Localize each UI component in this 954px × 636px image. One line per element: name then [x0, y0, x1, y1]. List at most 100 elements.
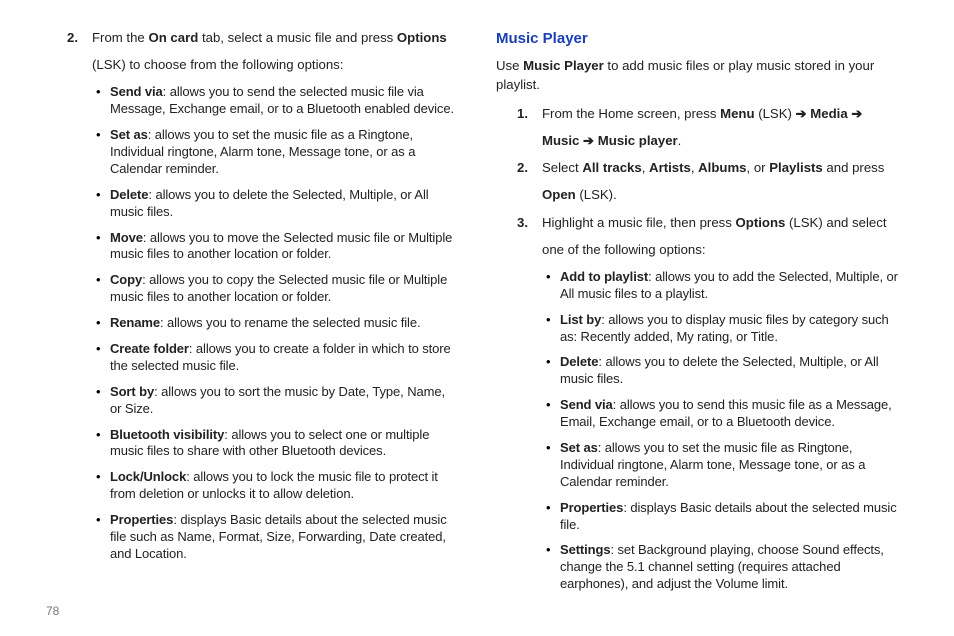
step-body: Highlight a music file, then press Optio…	[542, 213, 908, 259]
step-body: From the Home screen, press Menu (LSK) ➔…	[542, 104, 908, 150]
bullet-text: : allows you to copy the Selected music …	[110, 272, 447, 304]
step-number: 3.	[512, 213, 528, 232]
bullet-term: Delete	[110, 187, 148, 202]
bullet-term: Create folder	[110, 341, 189, 356]
step-line-2: Music ➔ Music player.	[542, 131, 908, 150]
arrow-icon: ➔	[796, 106, 807, 121]
step-line-1: Select All tracks, Artists, Albums, or P…	[542, 158, 908, 177]
bullet-text: : allows you to delete the Selected, Mul…	[560, 354, 879, 386]
bullet-text: : allows you to move the Selected music …	[110, 230, 452, 262]
bullet-term: Set as	[560, 440, 598, 455]
bullet-term: Properties	[560, 500, 623, 515]
bullet-term: Set as	[110, 127, 148, 142]
txt: From the	[92, 30, 148, 45]
bullet-term: Send via	[110, 84, 163, 99]
bold: On card	[148, 30, 198, 45]
bullet-item: Create folder: allows you to create a fo…	[96, 341, 458, 375]
step-line-2: one of the following options:	[542, 240, 908, 259]
bullet-term: List by	[560, 312, 601, 327]
bullet-item: Bluetooth visibility: allows you to sele…	[96, 427, 458, 461]
step-number: 1.	[512, 104, 528, 123]
bold: Menu	[720, 106, 754, 121]
bold: Media	[807, 106, 852, 121]
bullet-term: Rename	[110, 315, 160, 330]
step-line-1: From the On card tab, select a music fil…	[92, 28, 458, 47]
txt: and press	[823, 160, 885, 175]
page: 2. From the On card tab, select a music …	[0, 0, 954, 636]
bullet-item: Delete: allows you to delete the Selecte…	[96, 187, 458, 221]
bullet-term: Move	[110, 230, 143, 245]
txt: (LSK) and select	[785, 215, 886, 230]
right-column: Music Player Use Music Player to add mus…	[496, 28, 908, 616]
bold: Music	[542, 133, 583, 148]
bullet-text: : allows you to set the music file as a …	[110, 127, 415, 176]
bullet-item: Send via: allows you to send this music …	[546, 397, 908, 431]
bullet-item: Properties: displays Basic details about…	[546, 500, 908, 534]
page-number: 78	[46, 603, 59, 620]
bold: Open	[542, 187, 576, 202]
bold: Options	[736, 215, 786, 230]
bold: Artists	[649, 160, 691, 175]
arrow-icon: ➔	[583, 133, 594, 148]
music-player-heading: Music Player	[496, 28, 908, 50]
bold: All tracks	[582, 160, 641, 175]
txt: tab, select a music file and press	[198, 30, 397, 45]
right-step-2: 2. Select All tracks, Artists, Albums, o…	[512, 158, 908, 204]
bullet-item: Set as: allows you to set the music file…	[546, 440, 908, 491]
bullet-item: Delete: allows you to delete the Selecte…	[546, 354, 908, 388]
arrow-icon: ➔	[851, 106, 862, 121]
bullet-term: Bluetooth visibility	[110, 427, 224, 442]
left-column: 2. From the On card tab, select a music …	[46, 28, 458, 616]
bullet-text: : allows you to rename the selected musi…	[160, 315, 420, 330]
right-bullets: Add to playlist: allows you to add the S…	[546, 269, 908, 593]
left-step-2: 2. From the On card tab, select a music …	[62, 28, 458, 74]
step-line-2: (LSK) to choose from the following optio…	[92, 55, 458, 74]
bold: Playlists	[769, 160, 823, 175]
bullet-text: : allows you to delete the Selected, Mul…	[110, 187, 429, 219]
bullet-item: Lock/Unlock: allows you to lock the musi…	[96, 469, 458, 503]
bullet-item: Move: allows you to move the Selected mu…	[96, 230, 458, 264]
bullet-text: : allows you to sort the music by Date, …	[110, 384, 445, 416]
txt: (LSK)	[755, 106, 796, 121]
step-line-2: Open (LSK).	[542, 185, 908, 204]
bullet-item: Settings: set Background playing, choose…	[546, 542, 908, 593]
step-number: 2.	[62, 28, 78, 47]
bold: Albums	[698, 160, 746, 175]
bullet-term: Settings	[560, 542, 610, 557]
bullet-item: Properties: displays Basic details about…	[96, 512, 458, 563]
txt: , or	[747, 160, 770, 175]
right-step-3: 3. Highlight a music file, then press Op…	[512, 213, 908, 259]
bold: Music Player	[523, 58, 604, 73]
step-number: 2.	[512, 158, 528, 177]
music-player-intro: Use Music Player to add music files or p…	[496, 56, 908, 94]
txt: Use	[496, 58, 523, 73]
bullet-item: Send via: allows you to send the selecte…	[96, 84, 458, 118]
bullet-term: Lock/Unlock	[110, 469, 186, 484]
step-line-1: From the Home screen, press Menu (LSK) ➔…	[542, 104, 908, 123]
txt: .	[678, 133, 682, 148]
bullet-item: Add to playlist: allows you to add the S…	[546, 269, 908, 303]
txt: Highlight a music file, then press	[542, 215, 736, 230]
txt: ,	[642, 160, 649, 175]
step-body: From the On card tab, select a music fil…	[92, 28, 458, 74]
bullet-term: Add to playlist	[560, 269, 648, 284]
bullet-term: Properties	[110, 512, 173, 527]
bold: Options	[397, 30, 447, 45]
right-step-1: 1. From the Home screen, press Menu (LSK…	[512, 104, 908, 150]
bullet-item: Copy: allows you to copy the Selected mu…	[96, 272, 458, 306]
bullet-item: List by: allows you to display music fil…	[546, 312, 908, 346]
step-body: Select All tracks, Artists, Albums, or P…	[542, 158, 908, 204]
bullet-item: Sort by: allows you to sort the music by…	[96, 384, 458, 418]
txt: Select	[542, 160, 582, 175]
bullet-term: Sort by	[110, 384, 154, 399]
bullet-item: Rename: allows you to rename the selecte…	[96, 315, 458, 332]
bullet-term: Delete	[560, 354, 598, 369]
txt: From the Home screen, press	[542, 106, 720, 121]
bullet-term: Copy	[110, 272, 142, 287]
bullet-term: Send via	[560, 397, 613, 412]
bold: Music player	[594, 133, 678, 148]
step-line-1: Highlight a music file, then press Optio…	[542, 213, 908, 232]
bullet-text: : allows you to display music files by c…	[560, 312, 889, 344]
txt: (LSK).	[576, 187, 617, 202]
left-bullets: Send via: allows you to send the selecte…	[96, 84, 458, 562]
